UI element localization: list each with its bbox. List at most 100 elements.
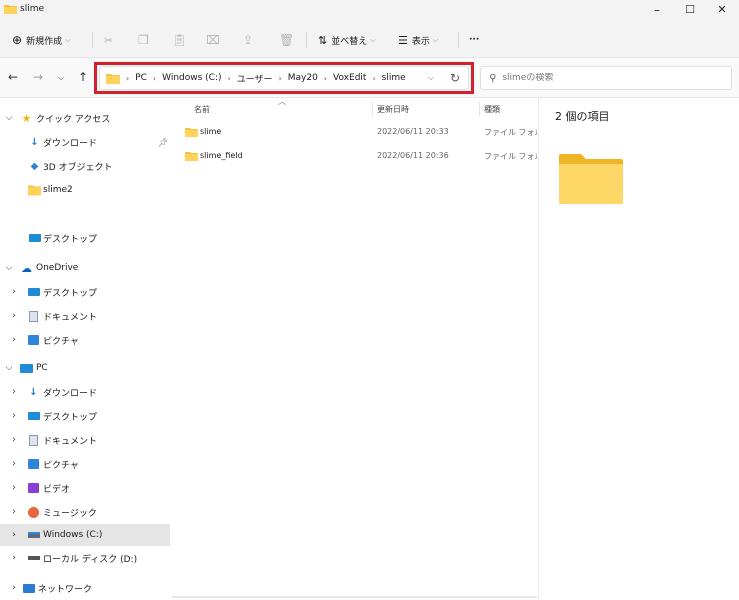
copy-button[interactable]: ❐ [138,30,149,50]
list-view-icon: ☰ [398,33,408,47]
sidebar-item-label: ミュージック [43,508,97,519]
large-folder-icon [559,154,623,204]
sidebar-item-local-disk-d[interactable]: › ローカル ディスク (D:) [0,548,170,568]
pictures-icon [27,458,40,470]
file-date: 2022/06/11 20:36 [377,151,449,160]
sidebar-item-network[interactable]: › ネットワーク [0,578,170,598]
search-box[interactable]: ⚲ [480,66,732,90]
forward-arrow-icon[interactable]: → [33,70,43,84]
document-icon [27,310,40,322]
sort-button[interactable]: ⇅ 並べ替え ⌵ [318,30,376,50]
chevron-right-icon[interactable]: › [9,287,19,297]
music-icon [27,506,40,518]
sidebar-item-label: ドキュメント [43,312,98,323]
file-name: slime [200,127,222,136]
column-divider[interactable] [372,102,373,116]
chevron-right-icon[interactable]: › [9,530,19,540]
plus-circle-icon: ⊕ [12,33,23,47]
chevron-right-icon[interactable]: › [9,507,19,517]
paste-button[interactable]: 📋︎ [172,30,187,50]
sidebar-item-label: ピクチャ [43,460,79,471]
sort-button-label: 並べ替え [331,36,368,47]
sidebar-item-label: PC [36,363,48,373]
up-arrow-icon[interactable]: ↑ [78,70,88,84]
desktop-icon [27,410,40,422]
desktop-icon [27,286,40,298]
chevron-down-icon[interactable]: ⌵ [4,263,14,273]
sidebar-item-pc-videos[interactable]: › ビデオ [0,478,170,498]
delete-button[interactable]: 🗑︎ [279,30,294,50]
title-bar: slime – ☐ ✕ [0,0,739,22]
chevron-down-icon[interactable]: ⌵ [4,113,14,123]
sidebar-item-pc-desktop[interactable]: › デスクトップ [0,406,170,426]
rename-icon: ⌧ [206,33,220,47]
rename-button[interactable]: ⌧ [206,30,220,50]
sidebar-item-label: クイック アクセス [36,114,111,125]
trash-icon: 🗑︎ [279,33,295,47]
back-arrow-icon[interactable]: ← [8,70,18,84]
sidebar-item-3d-objects[interactable]: ◆ 3D オブジェクト [0,156,170,176]
chevron-right-icon[interactable]: › [9,583,19,593]
recent-locations-chevron-icon[interactable]: ⌵ [58,73,64,83]
sidebar-item-quick-access[interactable]: ⌵ ★ クイック アクセス [0,108,170,128]
view-button[interactable]: ☰ 表示 ⌵ [398,30,438,50]
column-header-name[interactable]: 名前 [194,104,210,115]
chevron-down-icon: ⌵ [370,35,376,44]
sidebar-item-pc-documents[interactable]: › ドキュメント [0,430,170,450]
divider [306,32,307,48]
sidebar-item-onedrive-pictures[interactable]: › ピクチャ [0,330,170,350]
chevron-right-icon[interactable]: › [9,335,19,345]
more-options-button[interactable]: ··· [469,30,479,50]
sidebar-item-pc[interactable]: ⌵ PC [0,358,170,378]
sidebar-item-label: slime2 [43,185,73,195]
sidebar-item-onedrive-desktop[interactable]: › デスクトップ [0,282,170,302]
file-name: slime_field [200,151,243,160]
download-icon: ↓ [30,136,39,148]
chevron-down-icon[interactable]: ⌵ [4,363,14,373]
sidebar-item-onedrive-documents[interactable]: › ドキュメント [0,306,170,326]
chevron-right-icon[interactable]: › [9,459,19,469]
sidebar-item-windows-c[interactable]: › Windows (C:) [0,524,170,546]
chevron-right-icon[interactable]: › [9,483,19,493]
table-row[interactable]: slime 2022/06/11 20:33 ファイル フォルダー [172,122,537,144]
share-button[interactable]: ⇪ [243,30,253,50]
column-header-date[interactable]: 更新日時 [377,104,409,115]
pin-icon[interactable]: 📌︎ [158,138,168,147]
search-input[interactable] [502,73,703,83]
maximize-button[interactable]: ☐ [675,1,705,19]
sidebar-item-slime2[interactable]: slime2 [0,180,170,200]
file-type: ファイル フォルダー [484,128,537,137]
sidebar-item-label: デスクトップ [43,234,98,245]
navigation-pane: ⌵ ★ クイック アクセス ↓ ダウンロード 📌︎ ◆ 3D オブジェクト sl… [0,98,170,600]
table-row[interactable]: slime_field 2022/06/11 20:36 ファイル フォルダー [172,146,537,168]
sidebar-item-desktop[interactable]: デスクトップ [0,228,170,248]
folder-icon [185,128,198,137]
close-button[interactable]: ✕ [707,1,737,19]
folder-icon [185,152,198,161]
chevron-right-icon[interactable]: › [9,387,19,397]
sidebar-item-label: ローカル ディスク (D:) [43,554,138,565]
cut-button[interactable]: ✂ [104,30,113,50]
column-header-type[interactable]: 種類 [484,104,500,115]
sidebar-item-pc-music[interactable]: › ミュージック [0,502,170,522]
copy-icon: ❐ [138,33,149,47]
sidebar-item-pc-downloads[interactable]: › ↓ ダウンロード [0,382,170,402]
chevron-right-icon[interactable]: › [9,311,19,321]
minimize-button[interactable]: – [642,1,672,19]
sidebar-item-label: 3D オブジェクト [43,162,113,173]
address-highlight-box [94,62,474,94]
chevron-right-icon[interactable]: › [9,435,19,445]
horizontal-scrollbar[interactable] [172,596,537,598]
drive-icon [27,529,40,541]
new-button[interactable]: ⊕ 新規作成 ⌵ [12,30,70,50]
search-icon: ⚲ [489,72,497,84]
sidebar-item-onedrive[interactable]: ⌵ ☁ OneDrive [0,258,170,278]
sidebar-item-downloads[interactable]: ↓ ダウンロード 📌︎ [0,132,170,152]
column-divider[interactable] [479,102,480,116]
chevron-right-icon[interactable]: › [9,411,19,421]
chevron-right-icon[interactable]: › [9,553,19,563]
command-bar: ⊕ 新規作成 ⌵ ✂ ❐ 📋︎ ⌧ ⇪ 🗑︎ ⇅ 並べ替え ⌵ ☰ 表示 ⌵ ·… [0,22,739,58]
sidebar-item-label: Windows (C:) [43,530,103,540]
sidebar-item-pc-pictures[interactable]: › ピクチャ [0,454,170,474]
share-icon: ⇪ [243,33,254,47]
